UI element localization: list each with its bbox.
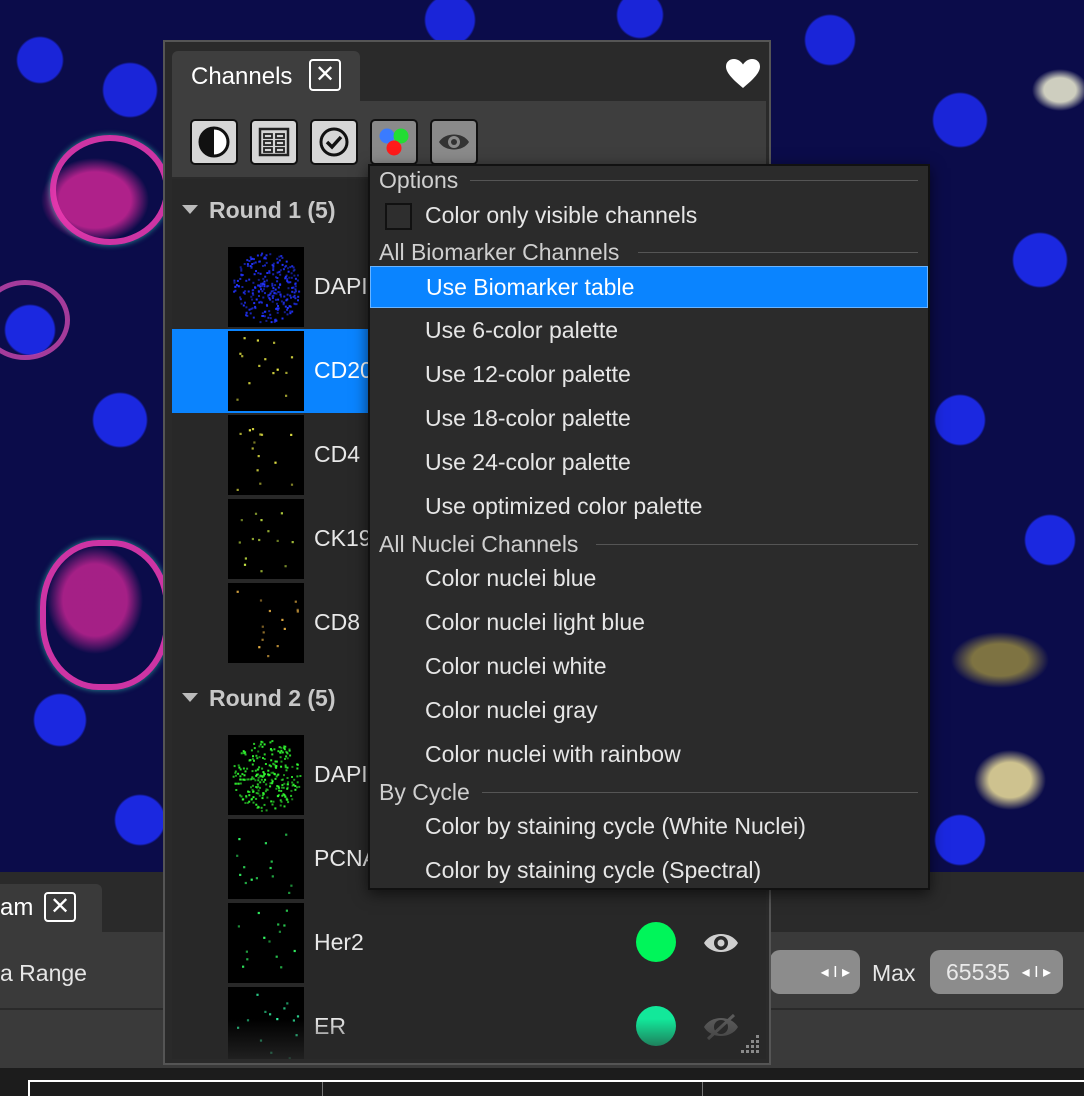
app-window: am ✕ a Range ◂ I ▸ Max 65535 ◂ I ▸ Chann… <box>0 0 1084 1096</box>
max-value: 65535 <box>946 959 1010 985</box>
menu-item-biomarker-table[interactable]: Use Biomarker table <box>370 266 928 308</box>
menu-item-nuclei-light-blue[interactable]: Color nuclei light blue <box>370 602 928 644</box>
color-only-visible-label[interactable]: Color only visible channels <box>425 202 697 229</box>
max-stepper-icon[interactable]: ◂ I ▸ <box>1022 962 1051 982</box>
channel-name: DAPI <box>314 761 368 787</box>
color-options-menu: Options Color only visible channels All … <box>368 164 930 890</box>
channel-thumbnail <box>228 735 304 815</box>
histogram-tick <box>702 1082 703 1096</box>
menu-item-nuclei-rainbow[interactable]: Color nuclei with rainbow <box>370 734 928 776</box>
menu-divider <box>482 792 918 793</box>
resize-grip-icon[interactable] <box>739 1033 761 1055</box>
menu-item-cycle-spectral[interactable]: Color by staining cycle (Spectral) <box>370 850 928 892</box>
histogram-plot[interactable] <box>28 1080 1084 1096</box>
histogram-tick <box>322 1082 323 1096</box>
channel-name: Her2 <box>314 929 364 955</box>
round-label: Round 2 (5) <box>209 685 336 711</box>
channel-row[interactable]: Her2 <box>172 901 766 985</box>
channel-color-swatch[interactable] <box>636 922 676 962</box>
channel-name: CD4 <box>314 441 361 467</box>
image-cell <box>40 540 170 690</box>
color-only-visible-checkbox[interactable] <box>385 203 412 230</box>
menu-divider <box>596 544 918 545</box>
image-cell <box>50 135 170 245</box>
menu-divider <box>638 252 918 253</box>
menu-item-nuclei-white[interactable]: Color nuclei white <box>370 646 928 688</box>
menu-item-12-color[interactable]: Use 12-color palette <box>370 354 928 396</box>
min-stepper-icon[interactable]: ◂ I ▸ <box>821 962 850 982</box>
channel-thumbnail <box>228 819 304 899</box>
channel-name: CD20 <box>314 357 373 383</box>
eye-icon[interactable] <box>702 928 740 958</box>
menu-section-options: Options <box>379 167 459 193</box>
menu-item-6-color[interactable]: Use 6-color palette <box>370 310 928 352</box>
menu-section-by-cycle: By Cycle <box>379 779 470 805</box>
channels-tab-label: Channels <box>191 63 293 90</box>
menu-section-biomarker: All Biomarker Channels <box>379 239 620 265</box>
menu-divider <box>470 180 918 181</box>
round-label: Round 1 (5) <box>209 197 336 223</box>
contrast-button[interactable] <box>190 119 238 165</box>
channel-thumbnail <box>228 247 304 327</box>
check-circle-icon <box>319 127 349 157</box>
thumbnail-grid-button[interactable] <box>250 119 298 165</box>
menu-section-nuclei: All Nuclei Channels <box>379 531 579 557</box>
visibility-button[interactable] <box>430 119 478 165</box>
min-value-field[interactable]: ◂ I ▸ <box>770 950 860 994</box>
collapse-arrow-icon[interactable] <box>182 205 198 214</box>
max-value-field[interactable]: 65535 ◂ I ▸ <box>930 950 1063 994</box>
list-fade <box>172 1019 766 1059</box>
thumbnail-grid-icon <box>258 127 290 157</box>
channel-thumbnail <box>228 903 304 983</box>
histogram-tab-label: am <box>0 894 34 921</box>
color-palette-button[interactable] <box>370 119 418 165</box>
data-range-label: a Range <box>0 960 87 986</box>
menu-item-18-color[interactable]: Use 18-color palette <box>370 398 928 440</box>
menu-item-24-color[interactable]: Use 24-color palette <box>370 442 928 484</box>
channel-name: CD8 <box>314 609 361 635</box>
heart-icon[interactable] <box>725 58 761 90</box>
channel-thumbnail <box>228 583 304 663</box>
channel-thumbnail <box>228 415 304 495</box>
eye-icon <box>439 134 469 150</box>
select-all-button[interactable] <box>310 119 358 165</box>
collapse-arrow-icon[interactable] <box>182 693 198 702</box>
channel-name: CK19 <box>314 525 372 551</box>
max-label: Max <box>872 960 916 986</box>
channel-thumbnail <box>228 331 304 411</box>
menu-item-optimized-palette[interactable]: Use optimized color palette <box>370 486 928 528</box>
channels-tab-close-button[interactable]: ✕ <box>309 59 341 91</box>
color-palette-icon <box>379 128 409 156</box>
channel-name: DAPI <box>314 273 368 299</box>
contrast-icon <box>198 126 230 158</box>
menu-item-cycle-white-nuclei[interactable]: Color by staining cycle (White Nuclei) <box>370 806 928 848</box>
menu-item-nuclei-gray[interactable]: Color nuclei gray <box>370 690 928 732</box>
menu-item-nuclei-blue[interactable]: Color nuclei blue <box>370 558 928 600</box>
histogram-tab-close-button[interactable]: ✕ <box>44 892 76 922</box>
channel-thumbnail <box>228 499 304 579</box>
channels-tab[interactable]: Channels ✕ <box>172 51 360 103</box>
